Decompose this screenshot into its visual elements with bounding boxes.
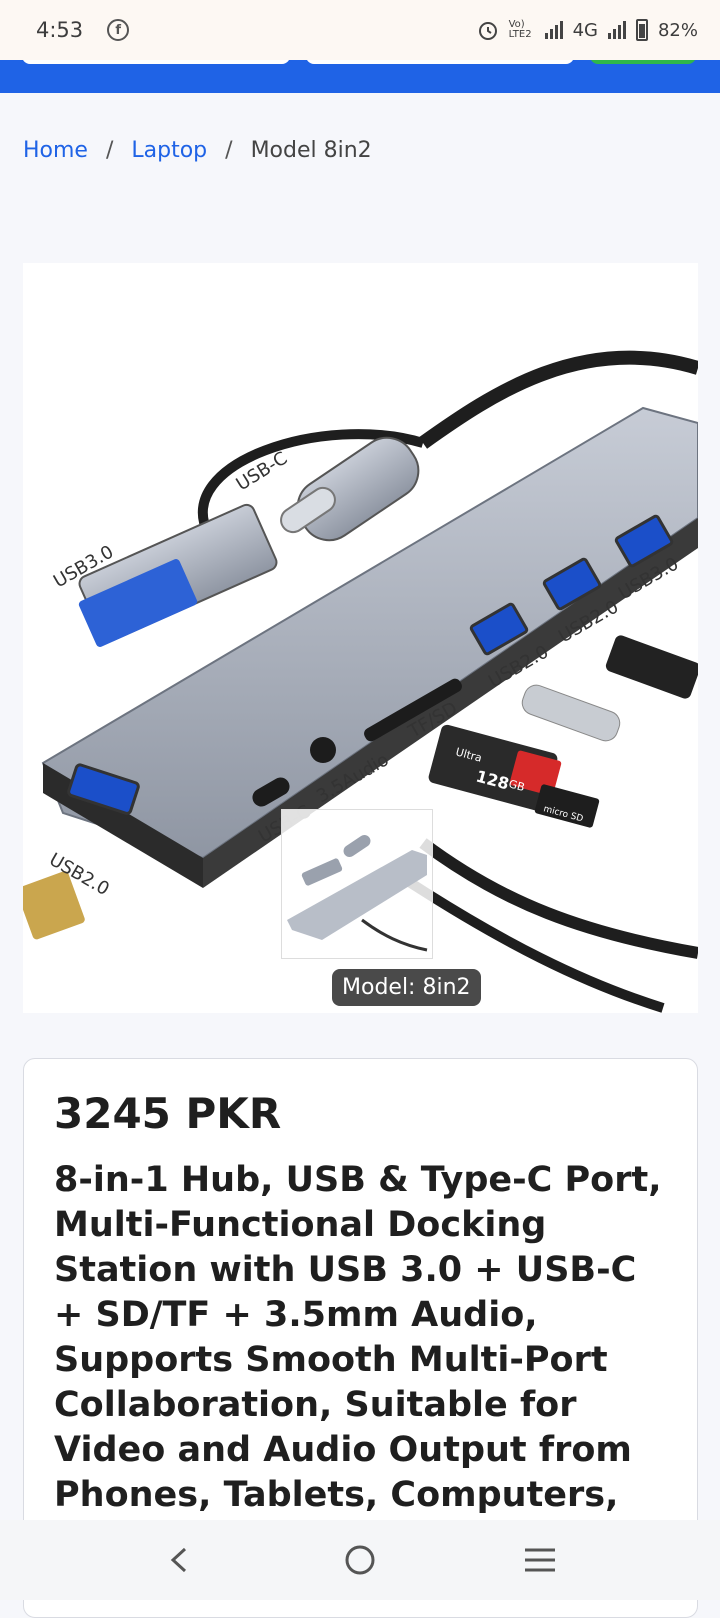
status-time: 4:53 xyxy=(36,18,84,42)
volte-indicator: Vo) LTE2 xyxy=(508,19,532,40)
battery-icon xyxy=(635,19,648,41)
status-bar: 4:53 f Vo) LTE2 4G 82% xyxy=(0,0,720,60)
home-button[interactable] xyxy=(330,1530,390,1590)
breadcrumb-laptop[interactable]: Laptop xyxy=(131,138,207,163)
header-input-1[interactable] xyxy=(22,60,290,64)
header-bar xyxy=(0,60,720,93)
system-nav-bar xyxy=(0,1520,720,1600)
signal-icon-2 xyxy=(607,21,626,39)
status-icons: Vo) LTE2 4G 82% xyxy=(477,19,698,41)
breadcrumb-separator: / xyxy=(105,138,114,163)
product-image[interactable]: USB3.0 USB-C USB2.0 USB-C 3.5Audio TF/SD… xyxy=(23,263,698,1013)
back-icon xyxy=(170,1547,187,1573)
image-thumbnail[interactable] xyxy=(281,809,433,959)
breadcrumb-current: Model 8in2 xyxy=(250,138,372,163)
breadcrumb-home[interactable]: Home xyxy=(23,138,88,163)
product-title: 8-in-1 Hub, USB & Type-C Port, Multi-Fun… xyxy=(54,1160,662,1560)
signal-icon xyxy=(544,21,563,39)
product-price: 3245 PKR xyxy=(54,1089,282,1138)
battery-percent: 82% xyxy=(657,19,698,41)
breadcrumb: Home / Laptop / Model 8in2 xyxy=(23,138,372,163)
back-button[interactable] xyxy=(150,1530,210,1590)
header-action-button[interactable] xyxy=(590,60,696,64)
header-input-2[interactable] xyxy=(306,60,574,64)
facebook-notification-icon: f xyxy=(107,19,130,41)
network-type: 4G xyxy=(572,19,598,41)
home-icon xyxy=(345,1545,375,1575)
menu-icon xyxy=(525,1548,555,1572)
menu-button[interactable] xyxy=(510,1530,570,1590)
breadcrumb-separator: / xyxy=(225,138,233,163)
model-badge: Model: 8in2 xyxy=(332,969,481,1006)
thumbnail-hub-illustration xyxy=(287,834,428,952)
alarm-icon xyxy=(478,22,497,40)
